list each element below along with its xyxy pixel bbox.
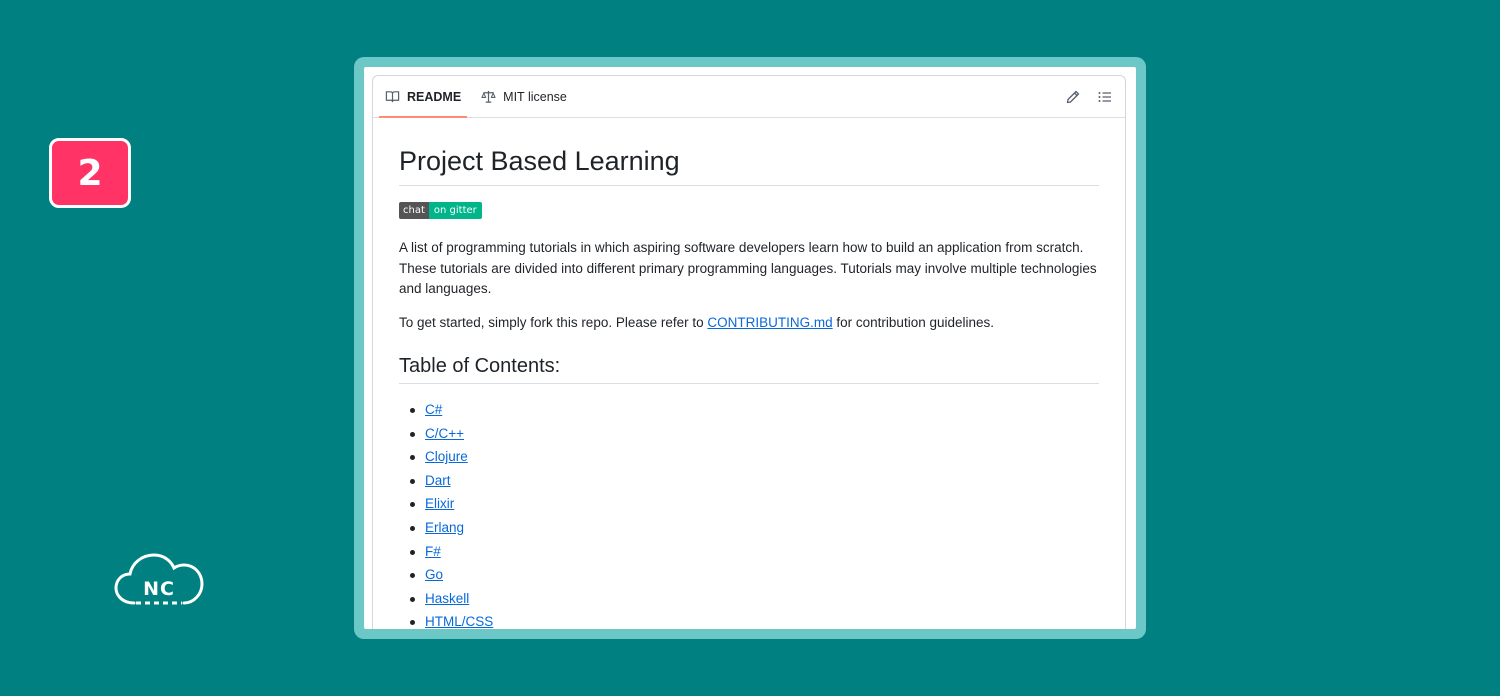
list-item: HTML/CSS: [408, 610, 1099, 629]
list-item: C/C++: [408, 422, 1099, 446]
logo-text: NC: [143, 578, 175, 600]
getting-started-text-end: for contribution guidelines.: [832, 314, 995, 330]
list-item: Erlang: [408, 516, 1099, 540]
readme-tab-bar: README MIT license: [373, 76, 1125, 118]
tab-readme[interactable]: README: [379, 76, 468, 118]
browser-viewport: README MIT license Project Based Learnin…: [364, 67, 1136, 629]
intro-paragraph: A list of programming tutorials in which…: [399, 240, 1097, 296]
readme-panel: README MIT license Project Based Learnin…: [372, 75, 1126, 629]
readme-content: Project Based Learning chat on gitter A …: [373, 118, 1125, 629]
toc-link[interactable]: Elixir: [425, 496, 454, 511]
list-item: C#: [408, 398, 1099, 422]
step-number-badge: 2: [49, 138, 131, 208]
list-icon[interactable]: [1097, 89, 1113, 105]
scale-icon: [481, 90, 496, 103]
list-item: Go: [408, 563, 1099, 587]
cloud-logo-icon: NC: [114, 553, 204, 605]
toc-link[interactable]: Haskell: [425, 591, 469, 606]
list-item: Clojure: [408, 445, 1099, 469]
gitter-badge-left: chat: [399, 202, 429, 219]
book-icon: [385, 91, 400, 103]
list-item: Haskell: [408, 587, 1099, 611]
toc-link[interactable]: Go: [425, 567, 443, 582]
getting-started-text: To get started, simply fork this repo. P…: [399, 314, 708, 330]
list-item: F#: [408, 540, 1099, 564]
toc-heading: Table of Contents:: [399, 355, 1099, 384]
list-item: Dart: [408, 469, 1099, 493]
toc-link[interactable]: F#: [425, 544, 441, 559]
toc-link[interactable]: Dart: [425, 473, 451, 488]
readme-title: Project Based Learning: [399, 146, 1099, 186]
tab-mit-license-label: MIT license: [503, 89, 567, 104]
pencil-icon[interactable]: [1065, 89, 1081, 105]
tab-readme-label: README: [407, 89, 462, 104]
toc-link[interactable]: Clojure: [425, 449, 468, 464]
tab-mit-license[interactable]: MIT license: [475, 76, 573, 117]
toc-link[interactable]: Erlang: [425, 520, 464, 535]
screenshot-frame: README MIT license Project Based Learnin…: [354, 57, 1146, 639]
toc-link[interactable]: C/C++: [425, 426, 464, 441]
gitter-chat-badge[interactable]: chat on gitter: [399, 202, 482, 219]
toc-list: C# C/C++ Clojure Dart Elixir Erlang F# G…: [399, 398, 1099, 629]
gitter-badge-right: on gitter: [428, 202, 482, 219]
toc-link[interactable]: HTML/CSS: [425, 614, 493, 629]
contributing-link[interactable]: CONTRIBUTING.md: [707, 315, 832, 330]
readme-actions: [1065, 76, 1113, 118]
list-item: Elixir: [408, 492, 1099, 516]
getting-started-paragraph: To get started, simply fork this repo. P…: [399, 313, 1099, 334]
toc-link[interactable]: C#: [425, 402, 442, 417]
